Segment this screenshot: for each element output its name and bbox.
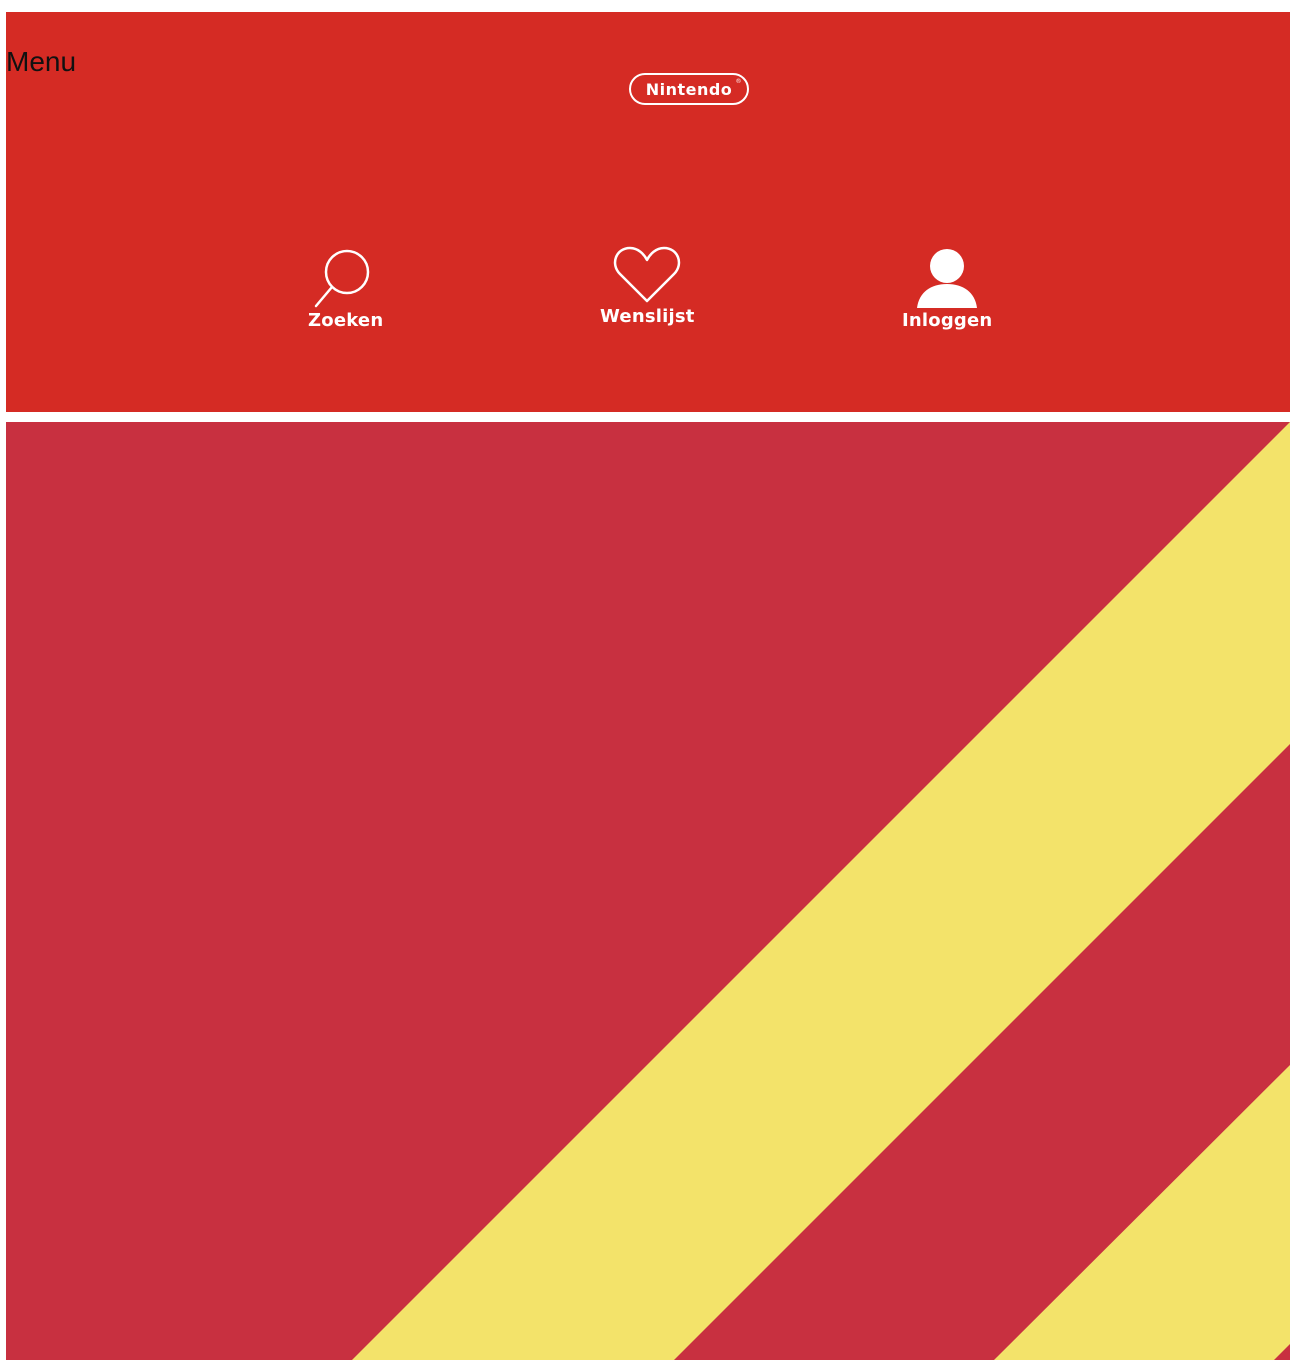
wishlist-button[interactable]: Wenslijst [600,246,695,327]
search-button[interactable]: Zoeken [308,248,383,331]
login-label: Inloggen [902,310,993,331]
registered-mark: ® [735,78,742,85]
search-label: Zoeken [308,310,384,331]
user-icon [917,249,978,308]
search-icon [314,249,369,308]
login-button[interactable]: Inloggen [902,248,992,331]
wishlist-label: Wenslijst [600,306,695,327]
hero-banner [6,422,1290,1360]
nintendo-logo[interactable]: Nintendo ® [629,73,749,105]
heart-icon [614,246,681,303]
site-header [6,12,1290,412]
logo-text: Nintendo [645,79,733,99]
diagonal-stripes-graphic [6,422,1290,1360]
menu-button[interactable]: Menu [6,48,76,76]
